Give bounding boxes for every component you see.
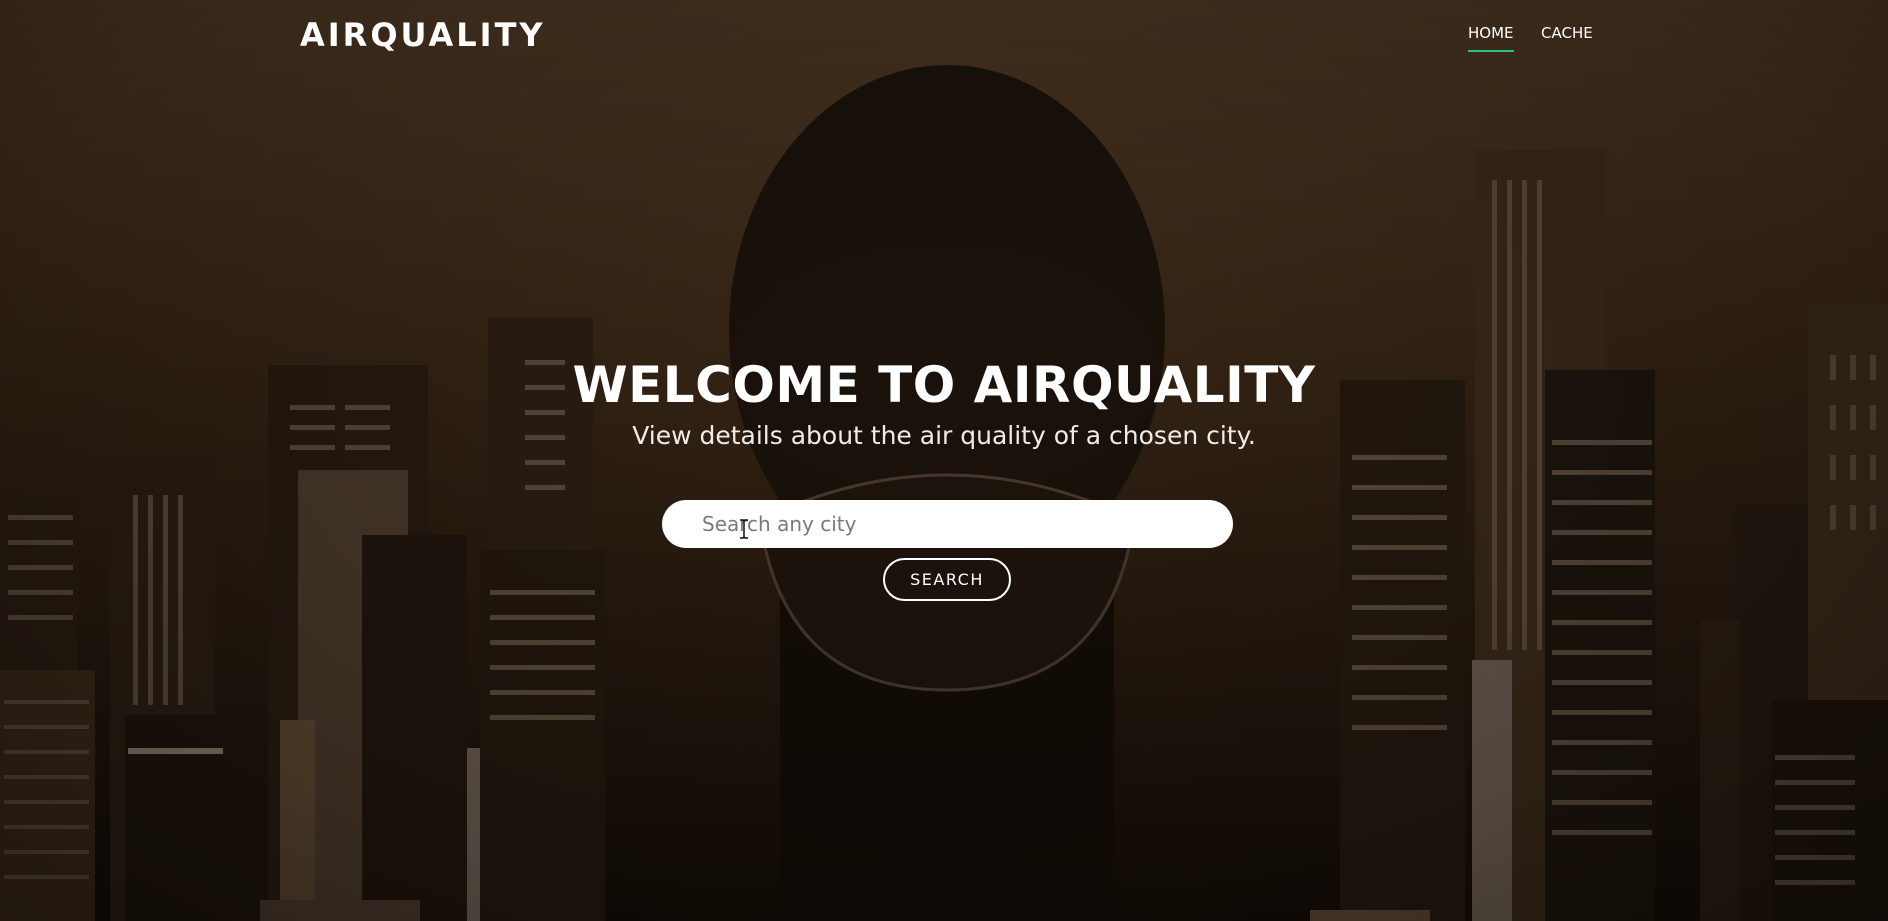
nav-link-home[interactable]: HOME: [1468, 24, 1514, 52]
text-cursor-icon: [740, 519, 748, 539]
nav-link-cache[interactable]: CACHE: [1541, 24, 1593, 50]
search-button[interactable]: SEARCH: [883, 558, 1011, 601]
hero-subtitle: View details about the air quality of a …: [632, 421, 1256, 450]
hero-section: WELCOME TO AIRQUALITY View details about…: [0, 355, 1888, 453]
brand-logo[interactable]: AIRQUALITY: [300, 16, 546, 54]
hero-title: WELCOME TO AIRQUALITY: [572, 356, 1316, 414]
city-skyline-background: [0, 65, 1888, 921]
top-navbar: AIRQUALITY HOME CACHE: [0, 0, 1888, 72]
